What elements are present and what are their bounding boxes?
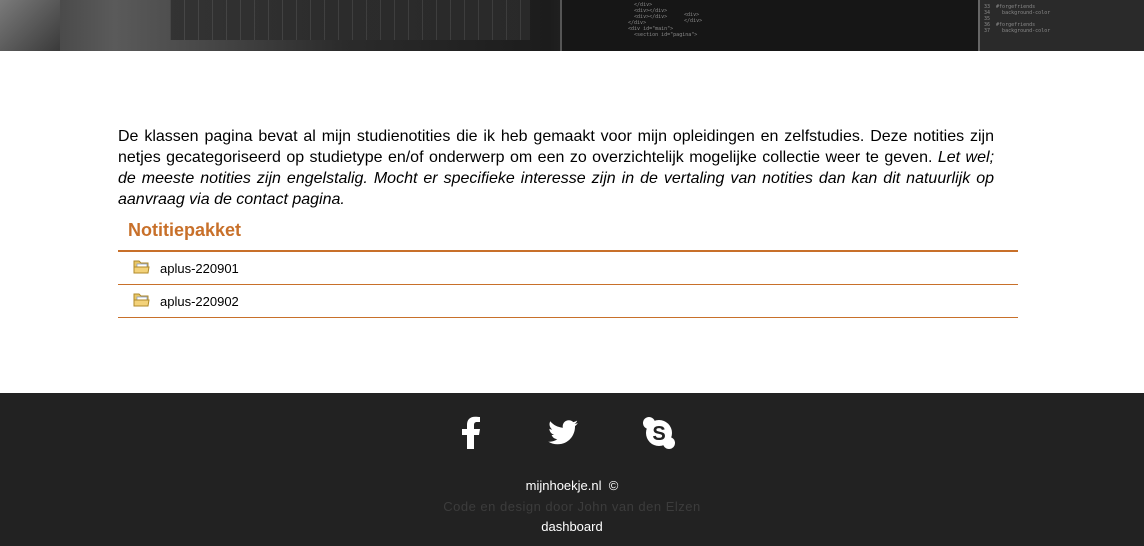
list-item[interactable]: aplus-220901 [118, 252, 1018, 285]
section-title: Notitiepakket [128, 220, 242, 240]
intro-text: De klassen pagina bevat al mijn studieno… [118, 128, 994, 166]
header-banner: </div> <div></div> <div></div> </div> <d… [0, 0, 1144, 51]
banner-image-code-screen: </div> <div></div> <div></div> </div> <d… [560, 0, 982, 51]
facebook-icon[interactable] [454, 415, 490, 451]
banner-image-corner [0, 0, 60, 51]
skype-icon[interactable]: S [641, 415, 677, 451]
copyright-icon: © [608, 478, 619, 493]
list-item-label: aplus-220902 [160, 293, 239, 309]
folder-icon [133, 260, 150, 273]
banner-image-keyboard [170, 0, 530, 40]
list-item-label: aplus-220901 [160, 260, 239, 276]
folder-icon [133, 293, 150, 306]
dashboard-link[interactable]: dashboard [0, 519, 1144, 534]
design-credit: Code en design door John van den Elzen [443, 499, 701, 514]
banner-image-css-screen: 33 #forgefriends 34 background-color 35 … [978, 0, 1144, 51]
site-name: mijnhoekje.nl [525, 478, 602, 493]
intro-paragraph: De klassen pagina bevat al mijn studieno… [118, 126, 994, 210]
package-list: aplus-220901 aplus-220902 [118, 250, 1018, 318]
site-credit: mijnhoekje.nl © [0, 478, 1144, 493]
footer: S mijnhoekje.nl © Code en design door Jo… [0, 393, 1144, 546]
list-item[interactable]: aplus-220902 [118, 285, 1018, 318]
svg-text:S: S [652, 423, 665, 445]
twitter-icon[interactable] [545, 415, 581, 451]
